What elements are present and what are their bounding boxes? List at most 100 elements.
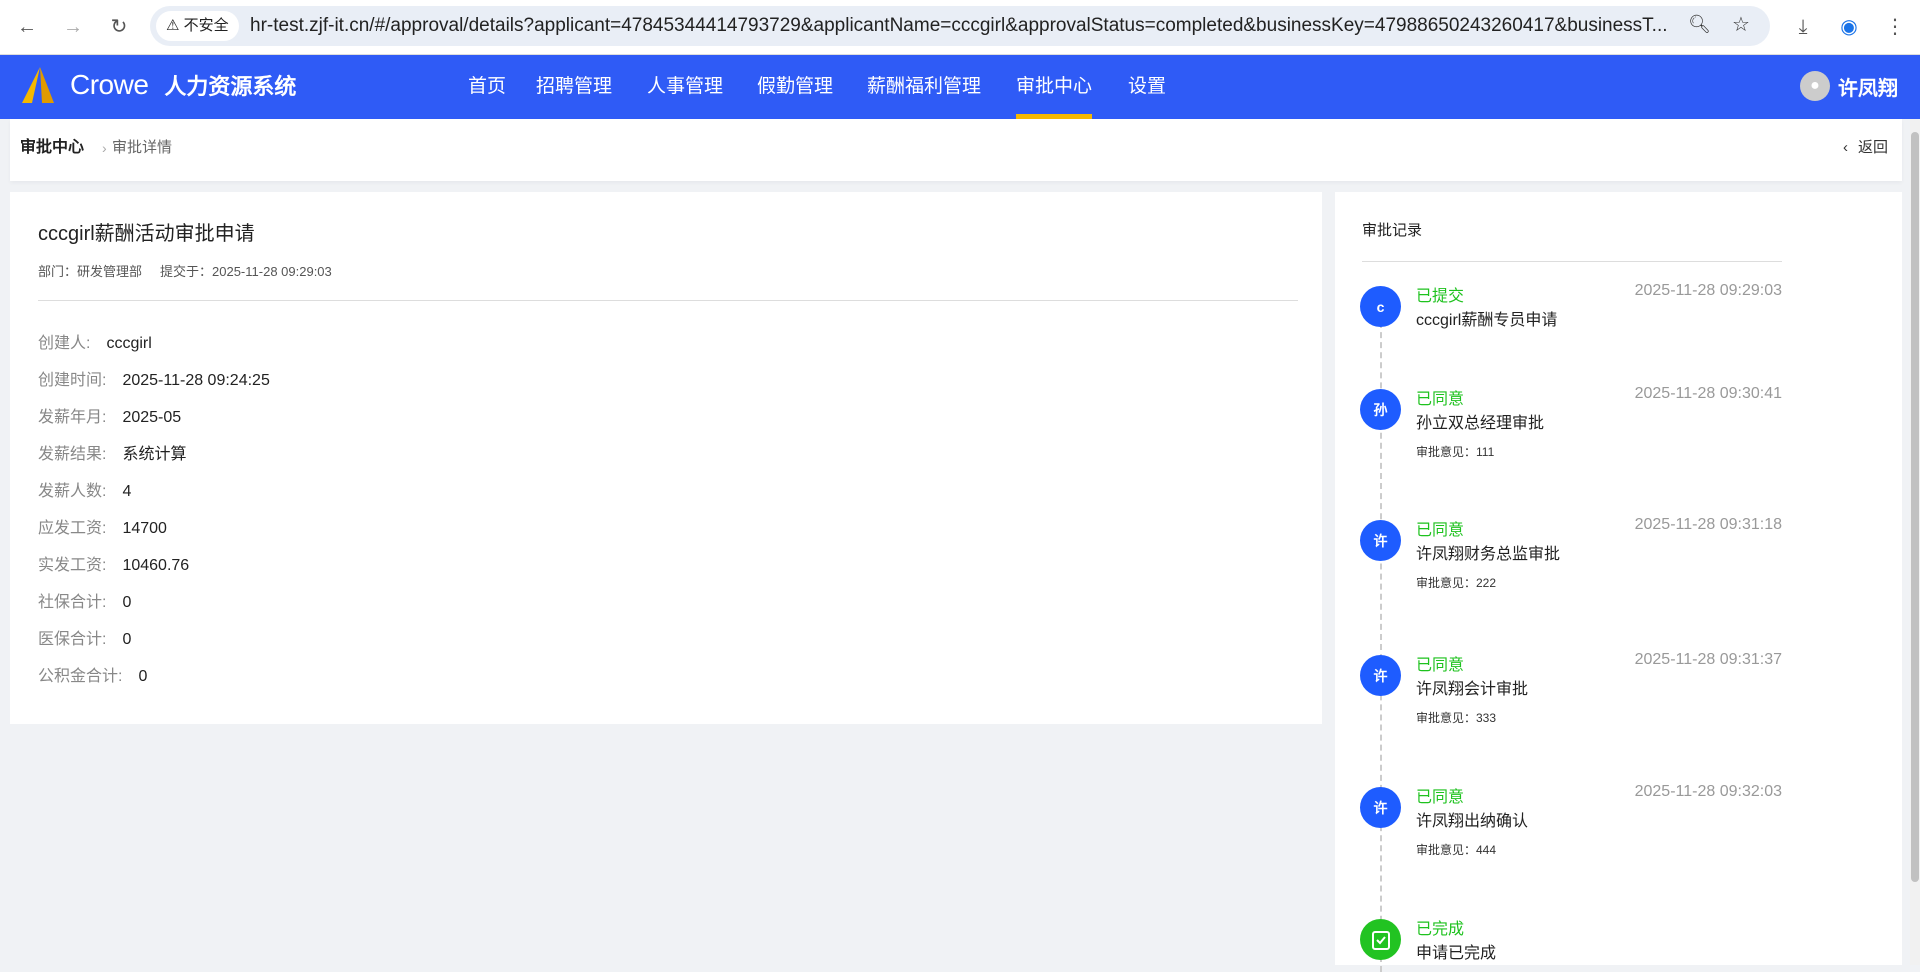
field-label: 实发工资: [38, 557, 107, 574]
detail-field: 医保合计: 0 [38, 625, 131, 649]
record-description: 许凤翔出纳确认 [1416, 813, 1529, 830]
record-status: 已同意 [1416, 391, 1465, 408]
approver-avatar: c [1360, 286, 1401, 327]
crowe-logo-icon [22, 67, 54, 103]
field-label: 创建人: [38, 335, 91, 352]
back-arrow-icon[interactable]: ← [12, 12, 42, 42]
field-label: 创建时间: [38, 372, 107, 389]
user-name: 许凤翔 [1838, 77, 1898, 100]
record-time: 2025-11-28 09:30:41 [1634, 385, 1782, 402]
top-navigation: Crowe 人力资源系统 首页 招聘管理 人事管理 假勤管理 薪酬福利管理 审批… [0, 55, 1920, 119]
divider [38, 300, 1298, 301]
field-label: 应发工资: [38, 520, 107, 537]
field-value: 0 [122, 594, 132, 611]
approval-detail-card: cccgirl薪酬活动审批申请 部门：研发管理部 提交于：2025-11-28 0… [10, 192, 1322, 724]
field-value: 10460.76 [122, 557, 190, 574]
brand-name: Crowe [70, 69, 149, 100]
detail-field: 创建人: cccgirl [38, 329, 152, 353]
detail-field: 发薪结果: 系统计算 [38, 440, 186, 464]
record-description: 许凤翔财务总监审批 [1416, 546, 1561, 563]
field-value: 14700 [122, 520, 167, 537]
breadcrumb: 审批中心 › 审批详情 ‹ 返回 [10, 119, 1902, 181]
field-value: 4 [122, 483, 132, 500]
field-value: cccgirl [106, 335, 152, 352]
nav-recruitment[interactable]: 招聘管理 [536, 55, 612, 119]
address-bar[interactable]: ⚠ 不安全 hr-test.zjf-it.cn/#/approval/detai… [150, 6, 1770, 46]
url-text[interactable]: hr-test.zjf-it.cn/#/approval/details?app… [250, 6, 1690, 46]
breadcrumb-separator-icon: › [102, 140, 107, 156]
detail-field: 创建时间: 2025-11-28 09:24:25 [38, 366, 270, 390]
field-label: 社保合计: [38, 594, 107, 611]
record-time: 2025-11-28 09:32:03 [1634, 783, 1782, 800]
record-status: 已同意 [1416, 789, 1465, 806]
user-menu[interactable]: ● 许凤翔 [1800, 71, 1898, 101]
field-value: 0 [122, 631, 132, 648]
record-status: 已提交 [1416, 288, 1465, 305]
user-avatar-icon: ● [1800, 71, 1830, 101]
nav-payroll[interactable]: 薪酬福利管理 [867, 55, 981, 119]
field-label: 发薪年月: [38, 409, 107, 426]
detail-meta: 部门：研发管理部 提交于：2025-11-28 09:29:03 [38, 261, 350, 280]
submitted-time: 提交于：2025-11-28 09:29:03 [160, 264, 332, 279]
department: 部门：研发管理部 [38, 264, 143, 279]
back-label: 返回 [1857, 139, 1888, 156]
field-value: 系统计算 [122, 446, 187, 463]
record-time: 2025-11-28 09:31:18 [1634, 516, 1782, 533]
detail-field: 发薪人数: 4 [38, 477, 131, 501]
forward-arrow-icon[interactable]: → [58, 12, 88, 42]
field-value: 0 [138, 668, 148, 685]
approval-record-card: 审批记录 c 已提交 2025-11-28 09:29:03 cccgirl薪酬… [1335, 192, 1902, 972]
approver-avatar: 孙 [1360, 389, 1401, 430]
browser-toolbar: ← → ↻ ⚠ 不安全 hr-test.zjf-it.cn/#/approval… [0, 0, 1920, 55]
record-opinion: 审批意见：111 [1416, 445, 1495, 459]
system-name: 人力资源系统 [164, 74, 297, 99]
field-value: 2025-05 [122, 409, 182, 426]
nav-approval-center[interactable]: 审批中心 [1016, 55, 1093, 119]
star-icon[interactable]: ☆ [1732, 12, 1750, 37]
record-time: 2025-11-28 09:31:37 [1634, 651, 1782, 668]
record-status: 已同意 [1416, 522, 1465, 539]
insecure-badge[interactable]: ⚠ 不安全 [156, 11, 239, 41]
field-label: 发薪结果: [38, 446, 107, 463]
breadcrumb-parent[interactable]: 审批中心 [20, 119, 84, 177]
nav-attendance[interactable]: 假勤管理 [757, 55, 833, 119]
reload-icon[interactable]: ↻ [104, 12, 134, 42]
page-title: cccgirl薪酬活动审批申请 [38, 223, 255, 245]
profile-icon[interactable]: ◉ [1834, 12, 1864, 42]
record-description: 孙立双总经理审批 [1416, 415, 1545, 432]
approver-avatar: 许 [1360, 520, 1401, 561]
breadcrumb-current: 审批详情 [112, 139, 173, 156]
warning-icon: ⚠ [166, 17, 184, 34]
record-opinion: 审批意见：222 [1416, 576, 1497, 590]
field-label: 公积金合计: [38, 668, 123, 685]
zoom-icon[interactable]: 🔍︎ [1688, 14, 1711, 35]
divider [1362, 261, 1782, 262]
field-label: 发薪人数: [38, 483, 107, 500]
insecure-label: 不安全 [183, 17, 229, 34]
detail-field: 社保合计: 0 [38, 588, 131, 612]
records-title: 审批记录 [1362, 222, 1423, 239]
nav-home[interactable]: 首页 [468, 55, 506, 119]
download-icon[interactable]: ⤓ [1788, 12, 1818, 42]
chevron-left-icon: ‹ [1842, 139, 1848, 156]
checklist-icon [1360, 919, 1401, 960]
field-label: 医保合计: [38, 631, 107, 648]
scrollbar-thumb[interactable] [1911, 132, 1919, 882]
record-description: cccgirl薪酬专员申请 [1416, 312, 1558, 329]
nav-personnel[interactable]: 人事管理 [647, 55, 723, 119]
record-status: 已同意 [1416, 657, 1465, 674]
detail-field: 应发工资: 14700 [38, 514, 167, 538]
record-opinion: 审批意见：444 [1416, 843, 1497, 857]
menu-icon[interactable]: ⋮ [1880, 12, 1910, 42]
record-time: 2025-11-28 09:29:03 [1634, 282, 1782, 299]
back-button[interactable]: ‹ 返回 [1843, 119, 1888, 177]
logo[interactable]: Crowe 人力资源系统 [18, 65, 296, 105]
record-description: 申请已完成 [1416, 945, 1497, 962]
field-value: 2025-11-28 09:24:25 [122, 372, 270, 389]
nav-settings[interactable]: 设置 [1128, 55, 1166, 119]
detail-field: 公积金合计: 0 [38, 662, 147, 686]
record-opinion: 审批意见：333 [1416, 711, 1497, 725]
approver-avatar: 许 [1360, 655, 1401, 696]
detail-field: 实发工资: 10460.76 [38, 551, 189, 575]
record-description: 许凤翔会计审批 [1416, 681, 1529, 698]
